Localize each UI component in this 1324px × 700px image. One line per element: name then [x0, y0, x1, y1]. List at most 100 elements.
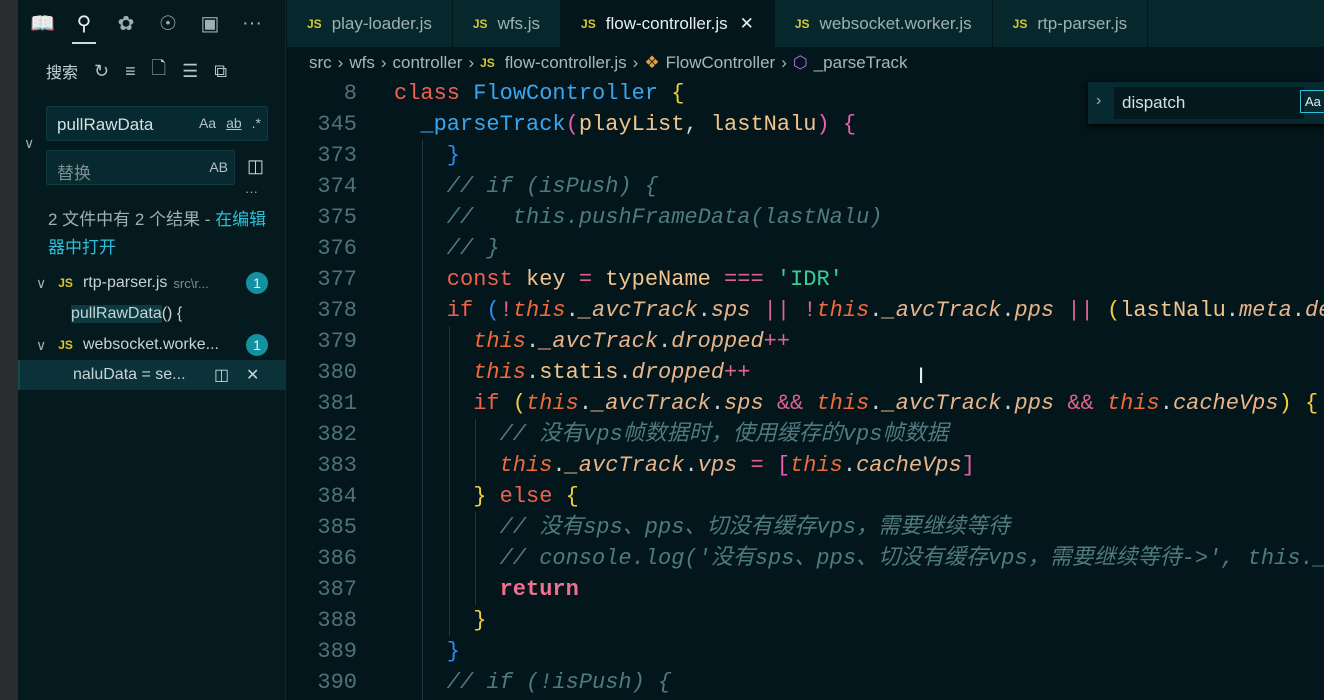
- remote-explorer-icon[interactable]: ▣: [198, 11, 222, 36]
- indent-guide: [475, 512, 477, 543]
- find-input[interactable]: dispatch: [1114, 87, 1304, 119]
- indent-guide: [422, 667, 424, 698]
- token-par: lastNalu: [710, 112, 817, 137]
- search-details-toggle[interactable]: ···: [245, 184, 258, 199]
- token-op: ===: [710, 267, 777, 292]
- dismiss-icon[interactable]: ✕: [246, 365, 259, 385]
- token-ths: this: [1106, 391, 1160, 416]
- refresh-icon[interactable]: ↻: [94, 61, 109, 82]
- code-text: if (!this._avcTrack.sps || !this._avcTra…: [447, 295, 1324, 326]
- result-match[interactable]: pullRawData() {: [18, 299, 286, 329]
- token-pl: .: [526, 360, 540, 385]
- indent-guide: [448, 450, 450, 481]
- result-file[interactable]: ∨ JS websocket.worke... 1: [18, 330, 286, 360]
- toggle-replace-chevron-icon[interactable]: ∨: [24, 135, 34, 152]
- git-graph-icon[interactable]: ☉: [156, 11, 180, 36]
- tab-wfs-js[interactable]: JS wfs.js: [453, 0, 562, 47]
- clear-results-icon[interactable]: ≡: [125, 61, 136, 82]
- token-pl: .: [1001, 391, 1015, 416]
- token-prop: meta: [1238, 298, 1292, 323]
- preserve-case-toggle[interactable]: AB: [209, 159, 228, 175]
- code-text: class FlowController {: [394, 78, 684, 109]
- token-op: ++: [763, 329, 791, 354]
- find-match-case-toggle[interactable]: Aa: [1300, 90, 1324, 113]
- indent-guide: [422, 264, 424, 295]
- code-text: }: [473, 605, 486, 636]
- replace-placeholder: 替换: [57, 164, 91, 183]
- book-icon[interactable]: 📖: [30, 11, 55, 36]
- code-text: // }: [447, 233, 500, 264]
- find-value[interactable]: dispatch: [1122, 93, 1185, 112]
- code-line: 385 // 没有sps、pps、切没有缓存vps，需要继续等待: [287, 512, 1324, 543]
- chevron-right-icon: ›: [337, 53, 344, 72]
- indent-guide: [448, 543, 450, 574]
- code-text: // this.pushFrameData(lastNalu): [447, 202, 883, 233]
- toggle-replace-icon[interactable]: ›: [1096, 92, 1101, 110]
- regex-toggle[interactable]: .*: [252, 115, 261, 131]
- token-op: ||: [1054, 298, 1107, 323]
- search-icon[interactable]: ⚲: [72, 11, 96, 44]
- token-pl: .: [869, 391, 883, 416]
- breadcrumb-item[interactable]: wfs: [349, 53, 375, 73]
- token-pl: .: [565, 298, 579, 323]
- token-par: playList: [578, 112, 685, 137]
- indent-guide: [448, 574, 450, 605]
- code-line: 386 // console.log('没有sps、pps、切没有缓存vps，需要…: [287, 543, 1324, 574]
- replace-input[interactable]: 替换 AB: [46, 150, 235, 185]
- view-as-tree-icon[interactable]: ☰: [182, 61, 198, 82]
- token-par: lastNalu: [1120, 298, 1226, 323]
- token-prop: dropped: [671, 329, 764, 354]
- match-word-toggle[interactable]: ab: [226, 115, 242, 131]
- token-kw: else: [486, 484, 566, 509]
- replace-all-icon[interactable]: ◫: [247, 156, 264, 177]
- find-widget: › dispatch Aa: [1088, 82, 1324, 124]
- search-query[interactable]: pullRawData: [57, 115, 153, 134]
- token-ths: this: [499, 453, 553, 478]
- result-file-name: rtp-parser.js: [82, 274, 168, 291]
- result-match-selected[interactable]: naluData = se... ◫ ✕: [18, 360, 286, 390]
- line-number: 385: [317, 515, 357, 540]
- tab-flow-controller-js[interactable]: JS flow-controller.js ✕: [561, 0, 775, 47]
- indent-guide: [475, 419, 477, 450]
- indent-guide: [448, 481, 450, 512]
- more-icon[interactable]: ···: [240, 12, 264, 35]
- result-file[interactable]: ∨ JS rtp-parser.js src\r... 1: [18, 268, 286, 298]
- token-cls: FlowController: [473, 81, 672, 106]
- match-case-toggle[interactable]: Aa: [199, 115, 216, 131]
- token-prop: _avcTrack: [539, 329, 659, 354]
- code-text: // if (isPush) {: [447, 171, 658, 202]
- collapse-all-icon[interactable]: ⧉: [214, 61, 227, 82]
- token-pl: .: [1225, 298, 1239, 323]
- new-search-editor-icon[interactable]: 🗋: [152, 56, 166, 86]
- token-cm: // if (!isPush) {: [446, 670, 672, 695]
- token-op: !: [499, 298, 513, 323]
- token-pl: .: [526, 329, 540, 354]
- close-icon[interactable]: ✕: [740, 14, 754, 34]
- match-context: () {: [161, 305, 183, 322]
- token-cls: _parseTrack: [420, 112, 566, 137]
- tab-play-loader-js[interactable]: JS play-loader.js: [287, 0, 453, 47]
- breadcrumb-item[interactable]: FlowController: [666, 53, 776, 73]
- results-summary: 2 文件中有 2 个结果 - 在编辑器中打开: [48, 206, 278, 262]
- breadcrumb-item[interactable]: flow-controller.js: [505, 53, 627, 73]
- figma-icon[interactable]: ✿: [114, 11, 138, 36]
- token-pl: ,: [684, 112, 711, 137]
- line-number: 386: [317, 546, 357, 571]
- replace-icon[interactable]: ◫: [214, 365, 229, 385]
- tab-websocket-worker-js[interactable]: JS websocket.worker.js: [775, 0, 993, 47]
- indent-guide: [475, 574, 477, 605]
- token-prop: vps: [697, 453, 738, 478]
- search-input[interactable]: pullRawData Aa ab .*: [46, 106, 268, 141]
- tab-rtp-parser-js[interactable]: JS rtp-parser.js: [993, 0, 1149, 47]
- indent-guide: [422, 512, 424, 543]
- token-kw: if: [446, 298, 487, 323]
- code-editor[interactable]: 8 class FlowController {345 _parseTrack(pl…: [287, 78, 1324, 700]
- breadcrumb-item[interactable]: _parseTrack: [814, 53, 908, 73]
- breadcrumb-item[interactable]: controller: [393, 53, 463, 73]
- line-number: 345: [317, 112, 357, 137]
- token-ths: this: [526, 391, 579, 416]
- token-ths: this: [790, 453, 843, 478]
- token-br2: ]: [961, 453, 975, 478]
- breadcrumb-item[interactable]: src: [309, 53, 332, 73]
- token-op: ++: [724, 360, 751, 385]
